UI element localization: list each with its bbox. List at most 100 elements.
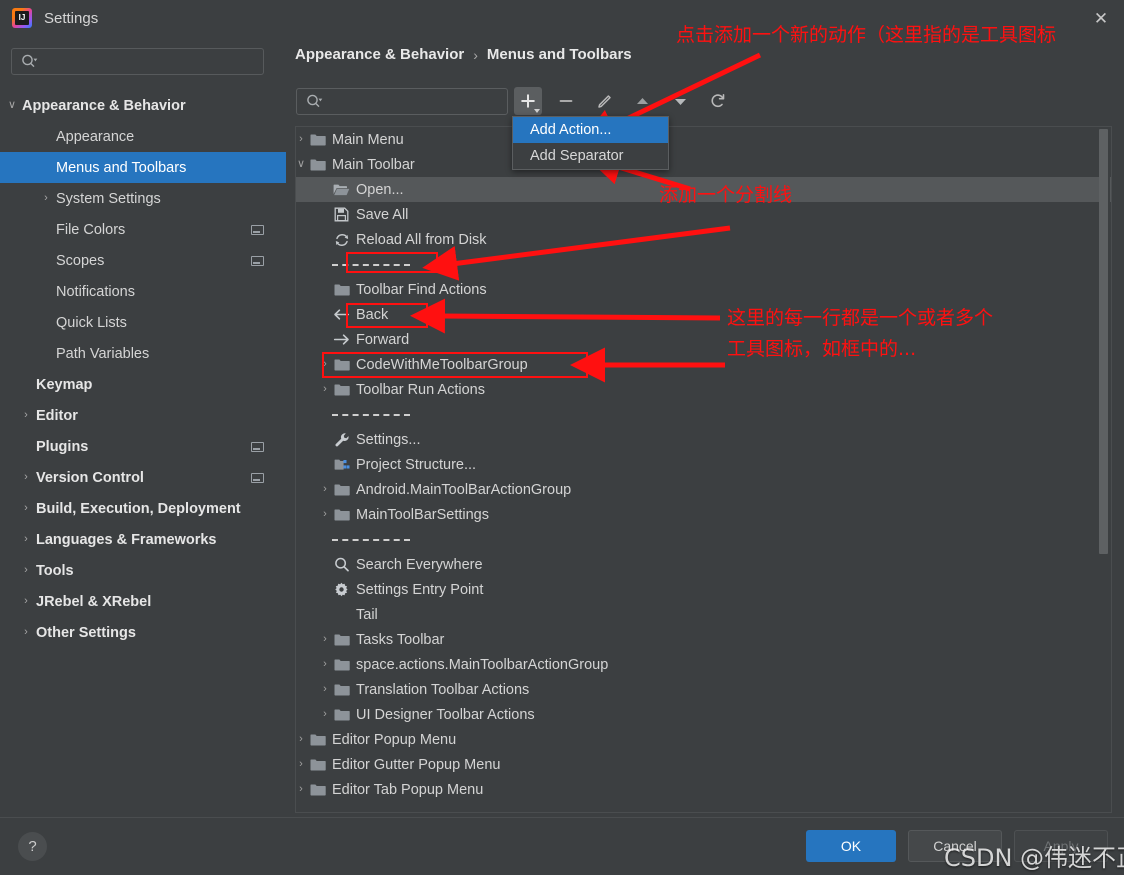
- breadcrumb-separator-icon: ›: [473, 46, 478, 63]
- menu-item-add-action[interactable]: Add Action...: [513, 117, 668, 143]
- tree-row[interactable]: Tail: [296, 602, 1111, 627]
- sidebar-item-jrebel-xrebel[interactable]: › JRebel & XRebel: [0, 586, 286, 617]
- tree-row[interactable]: ∨ Main Toolbar: [296, 152, 1111, 177]
- watermark: CSDN @伟迷不正: [944, 844, 1124, 872]
- tree-row-label: Open...: [356, 181, 404, 198]
- tree-row[interactable]: › Toolbar Run Actions: [296, 377, 1111, 402]
- sidebar-item-quick-lists[interactable]: Quick Lists: [0, 307, 286, 338]
- tree-row[interactable]: › Editor Popup Menu: [296, 727, 1111, 752]
- folder-icon: [308, 133, 327, 146]
- menu-item-add-separator[interactable]: Add Separator: [513, 143, 668, 169]
- sidebar-item-label: System Settings: [56, 190, 161, 207]
- tree-scrollbar[interactable]: [1099, 127, 1110, 812]
- tree-row[interactable]: Project Structure...: [296, 452, 1111, 477]
- chevron-right-icon[interactable]: ›: [296, 134, 308, 145]
- folder-icon: [308, 158, 327, 171]
- sidebar-item-scopes[interactable]: Scopes: [0, 245, 286, 276]
- tree-row-separator[interactable]: [296, 402, 1111, 427]
- sidebar-item-appearance-behavior[interactable]: ∨ Appearance & Behavior: [0, 90, 286, 121]
- tree-row-separator[interactable]: [296, 527, 1111, 552]
- tree-row[interactable]: Reload All from Disk: [296, 227, 1111, 252]
- chevron-right-icon[interactable]: ›: [296, 784, 308, 795]
- sidebar-item-menus-and-toolbars[interactable]: Menus and Toolbars: [0, 152, 286, 183]
- edit-button[interactable]: [590, 87, 618, 115]
- sidebar-item-editor[interactable]: › Editor: [0, 400, 286, 431]
- sidebar-item-label: Appearance & Behavior: [22, 97, 186, 114]
- folder-icon: [332, 383, 351, 396]
- chevron-right-icon[interactable]: ›: [296, 759, 308, 770]
- annotation-rows-line1: 这里的每一行都是一个或者多个: [727, 307, 994, 329]
- sidebar-item-languages-frameworks[interactable]: › Languages & Frameworks: [0, 524, 286, 555]
- chevron-down-icon[interactable]: ∨: [296, 159, 308, 170]
- tree-row[interactable]: › Main Menu: [296, 127, 1111, 152]
- sidebar-item-label: Path Variables: [56, 345, 150, 362]
- tree-row-label: Tail: [356, 606, 378, 623]
- chevron-right-icon[interactable]: ›: [38, 193, 54, 204]
- restore-button[interactable]: [704, 87, 732, 115]
- chevron-right-icon[interactable]: ›: [318, 484, 332, 495]
- chevron-right-icon[interactable]: ›: [18, 503, 34, 514]
- tree-row[interactable]: › Tasks Toolbar: [296, 627, 1111, 652]
- tree-row-label: MainToolBarSettings: [356, 506, 489, 523]
- tree-row[interactable]: › space.actions.MainToolbarActionGroup: [296, 652, 1111, 677]
- plugin-badge-icon: [251, 224, 264, 235]
- tree-row[interactable]: › Editor Gutter Popup Menu: [296, 752, 1111, 777]
- sidebar-item-path-variables[interactable]: Path Variables: [0, 338, 286, 369]
- tree-row[interactable]: Search Everywhere: [296, 552, 1111, 577]
- sidebar-search-input[interactable]: [11, 48, 264, 75]
- sidebar-item-build-execution-deployment[interactable]: › Build, Execution, Deployment: [0, 493, 286, 524]
- chevron-right-icon[interactable]: ›: [318, 684, 332, 695]
- sidebar-item-version-control[interactable]: › Version Control: [0, 462, 286, 493]
- chevron-down-icon[interactable]: ∨: [4, 100, 20, 111]
- chevron-right-icon[interactable]: ›: [318, 359, 332, 370]
- close-icon[interactable]: ✕: [1078, 0, 1124, 36]
- sidebar-item-keymap[interactable]: Keymap: [0, 369, 286, 400]
- tree-row[interactable]: › CodeWithMeToolbarGroup: [296, 352, 1111, 377]
- chevron-right-icon[interactable]: ›: [18, 534, 34, 545]
- sidebar-item-system-settings[interactable]: › System Settings: [0, 183, 286, 214]
- tree-row-separator[interactable]: [296, 252, 1111, 277]
- tree-row[interactable]: › Android.MainToolBarActionGroup: [296, 477, 1111, 502]
- tree-scrollbar-thumb[interactable]: [1099, 129, 1108, 554]
- tree-row[interactable]: › Editor Tab Popup Menu: [296, 777, 1111, 802]
- breadcrumb-parent[interactable]: Appearance & Behavior: [295, 46, 464, 63]
- chevron-right-icon[interactable]: ›: [18, 596, 34, 607]
- chevron-right-icon[interactable]: ›: [318, 509, 332, 520]
- move-up-button[interactable]: [628, 87, 656, 115]
- chevron-right-icon[interactable]: ›: [318, 634, 332, 645]
- tree-row[interactable]: › UI Designer Toolbar Actions: [296, 702, 1111, 727]
- sidebar-item-file-colors[interactable]: File Colors: [0, 214, 286, 245]
- ok-button[interactable]: OK: [806, 830, 896, 862]
- tree-row-label: Save All: [356, 206, 409, 223]
- sidebar-item-label: Languages & Frameworks: [36, 531, 217, 548]
- chevron-right-icon[interactable]: ›: [296, 734, 308, 745]
- chevron-right-icon[interactable]: ›: [18, 410, 34, 421]
- sidebar-item-appearance[interactable]: Appearance: [0, 121, 286, 152]
- chevron-right-icon[interactable]: ›: [18, 627, 34, 638]
- sidebar-item-other-settings[interactable]: › Other Settings: [0, 617, 286, 648]
- sidebar-item-plugins[interactable]: Plugins: [0, 431, 286, 462]
- tree-row[interactable]: Toolbar Find Actions: [296, 277, 1111, 302]
- tree-row[interactable]: › MainToolBarSettings: [296, 502, 1111, 527]
- tree-row[interactable]: Settings...: [296, 427, 1111, 452]
- folder-icon: [308, 758, 327, 771]
- tree-row[interactable]: Settings Entry Point: [296, 577, 1111, 602]
- sidebar-item-tools[interactable]: › Tools: [0, 555, 286, 586]
- project-structure-icon: [332, 458, 351, 472]
- move-down-button[interactable]: [666, 87, 694, 115]
- chevron-right-icon[interactable]: ›: [318, 659, 332, 670]
- chevron-right-icon[interactable]: ›: [18, 565, 34, 576]
- chevron-right-icon[interactable]: ›: [318, 384, 332, 395]
- tree-row[interactable]: › Translation Toolbar Actions: [296, 677, 1111, 702]
- panel-search-input[interactable]: [296, 88, 508, 115]
- chevron-right-icon[interactable]: ›: [318, 709, 332, 720]
- help-button[interactable]: ?: [18, 832, 47, 861]
- chevron-right-icon[interactable]: ›: [18, 472, 34, 483]
- folder-icon: [332, 708, 351, 721]
- tree-row[interactable]: Forward: [296, 327, 1111, 352]
- sidebar-item-notifications[interactable]: Notifications: [0, 276, 286, 307]
- sidebar-item-label: Other Settings: [36, 624, 136, 641]
- arrow-left-icon: [332, 308, 351, 321]
- remove-button[interactable]: [552, 87, 580, 115]
- add-button[interactable]: [514, 87, 542, 115]
